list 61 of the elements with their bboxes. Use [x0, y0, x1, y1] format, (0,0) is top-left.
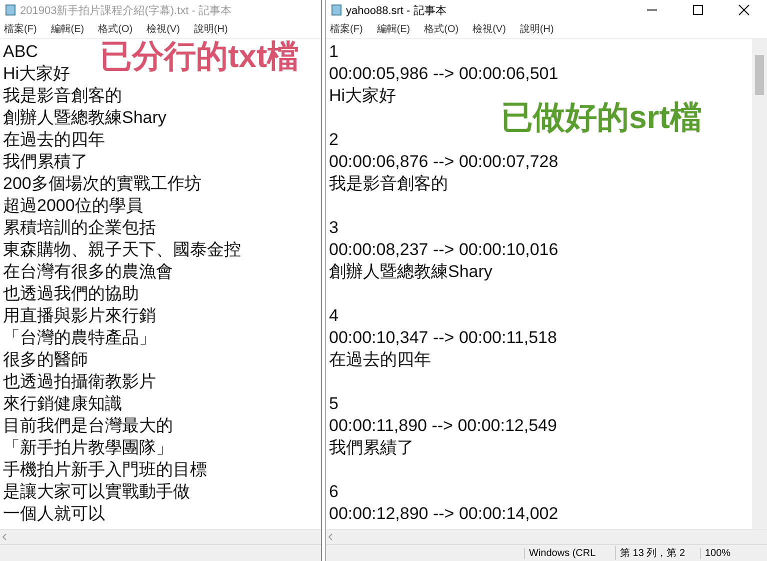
subtitle-timecode: 00:00:08,237 --> 00:00:10,016	[329, 239, 558, 261]
text-line: 超過2000位的學員	[3, 195, 143, 217]
subtitle-index: 2	[329, 129, 338, 151]
menu-item[interactable]: 檢視(V)	[472, 22, 506, 36]
subtitle-index: 1	[329, 41, 338, 63]
subtitle-timecode: 00:00:06,876 --> 00:00:07,728	[329, 151, 558, 173]
horizontal-scrollbar[interactable]	[326, 529, 767, 544]
status-text: Windows (CRL	[524, 548, 615, 558]
text-line: 東森購物、親子天下、國泰金控	[3, 239, 241, 261]
text-line: 也透過我們的協助	[3, 283, 139, 305]
subtitle-timecode: 00:00:05,986 --> 00:00:06,501	[329, 63, 558, 85]
subtitle-text: Hi大家好	[329, 85, 396, 107]
text-line: 一個人就可以	[3, 503, 105, 525]
subtitle-timecode: 00:00:12,890 --> 00:00:14,002	[329, 503, 558, 525]
text-line: 在過去的四年	[3, 129, 105, 151]
menu-item[interactable]: 檔案(F)	[4, 22, 37, 36]
text-line: 200多個場次的實戰工作坊	[3, 173, 202, 195]
text-line: 用直播與影片來行銷	[3, 305, 156, 327]
text-line: 在台灣有很多的農漁會	[3, 261, 173, 283]
menu-item[interactable]: 格式(O)	[98, 22, 133, 36]
text-line: 是讓大家可以實戰動手做	[3, 481, 190, 503]
status-text: 第 13 列，第 2	[615, 546, 700, 560]
menu-item[interactable]: 編輯(E)	[376, 22, 410, 36]
text-line: 創辦人暨總教練Shary	[3, 107, 166, 129]
notepad-icon	[4, 4, 16, 16]
annotation-label: 已做好的srt檔	[501, 100, 702, 134]
status-text: 100%	[700, 548, 767, 558]
text-line: 「新手拍片教學團隊」	[3, 437, 173, 459]
notepad-icon	[330, 4, 342, 16]
text-line: 來行銷健康知識	[3, 393, 122, 415]
text-line: 也透過拍攝衛教影片	[3, 371, 156, 393]
subtitle-timecode: 00:00:11,890 --> 00:00:12,549	[329, 415, 557, 437]
text-line: 目前我們是台灣最大的	[3, 415, 173, 437]
subtitle-index: 6	[329, 481, 338, 503]
menu-item[interactable]: 編輯(E)	[50, 22, 84, 36]
menu-item[interactable]: 格式(O)	[424, 22, 459, 36]
horizontal-scrollbar[interactable]	[0, 529, 321, 544]
menu-item[interactable]: 檔案(F)	[330, 22, 363, 36]
annotation-label: 已分行的txt檔	[100, 39, 300, 73]
subtitle-text: 創辦人暨總教練Shary	[329, 261, 492, 283]
subtitle-timecode: 00:00:10,347 --> 00:00:11,518	[329, 327, 557, 349]
text-line: Hi大家好	[3, 63, 70, 85]
subtitle-index: 3	[329, 217, 338, 239]
subtitle-index: 4	[329, 305, 338, 327]
subtitle-text: 在過去的四年	[329, 349, 431, 371]
menu-item[interactable]: 檢視(V)	[146, 22, 180, 36]
subtitle-text: 我是影音創客的	[329, 173, 448, 195]
text-line: ABC	[3, 41, 38, 63]
text-line: 累積培訓的企業包括	[3, 217, 156, 239]
text-line: 我是影音創客的	[3, 85, 122, 107]
text-line: 很多的醫師	[3, 349, 88, 371]
text-line: 「台灣的農特產品」	[3, 327, 156, 349]
window-title: yahoo88.srt - 記事本	[346, 4, 446, 18]
text-line: 手機拍片新手入門班的目標	[3, 459, 207, 481]
subtitle-index: 5	[329, 393, 338, 415]
menu-item[interactable]: 說明(H)	[194, 22, 228, 36]
text-line: 我們累積了	[3, 151, 88, 173]
vertical-scrollbar[interactable]	[752, 39, 767, 529]
subtitle-text: 我們累績了	[329, 437, 414, 459]
window-title: 201903新手拍片課程介紹(字幕).txt - 記事本	[20, 4, 232, 18]
menu-item[interactable]: 說明(H)	[520, 22, 554, 36]
